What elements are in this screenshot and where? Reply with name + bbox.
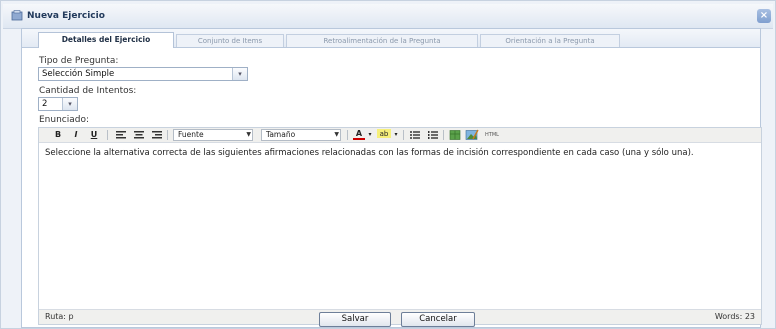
editor-toolbar: B I U Fuente ▼ Tamaño ▼ A ▾ ab ▾ HTML — [39, 128, 761, 143]
editor-statusbar: Ruta: p Words: 23 — [39, 309, 761, 324]
chevron-down-icon: ▼ — [334, 131, 339, 138]
font-family-value: Fuente — [178, 130, 204, 139]
statement-label: Enunciado: — [39, 115, 90, 125]
element-path: Ruta: p — [45, 312, 74, 321]
toolbar-divider — [347, 130, 348, 140]
exercise-dialog: Nueva Ejercicio × Detalles del Ejercicio… — [0, 0, 776, 329]
bullet-list-icon[interactable] — [409, 129, 421, 141]
toolbar-divider — [443, 130, 444, 140]
question-type-label: Tipo de Pregunta: — [39, 56, 119, 66]
close-icon[interactable]: × — [757, 9, 771, 23]
rich-text-editor: B I U Fuente ▼ Tamaño ▼ A ▾ ab ▾ HTML Se… — [38, 127, 762, 325]
toolbar-divider — [107, 130, 108, 140]
tab-strip: Detalles del Ejercicio Conjunto de Items… — [22, 29, 760, 48]
html-source-button[interactable]: HTML — [483, 129, 501, 141]
image-icon[interactable] — [465, 129, 479, 141]
form-panel: Detalles del Ejercicio Conjunto de Items… — [21, 28, 762, 328]
attempts-label: Cantidad de Intentos: — [39, 86, 137, 96]
bold-button[interactable]: B — [53, 129, 63, 141]
tab-orientation[interactable]: Orientación a la Pregunta — [480, 34, 620, 47]
chevron-down-icon[interactable]: ▾ — [367, 129, 373, 141]
cancel-button[interactable]: Cancelar — [401, 312, 475, 327]
toolbar-divider — [167, 130, 168, 140]
align-center-icon[interactable] — [133, 129, 145, 141]
underline-button[interactable]: U — [89, 129, 99, 141]
question-type-value: Selección Simple — [42, 69, 115, 79]
align-right-icon[interactable] — [151, 129, 163, 141]
question-type-select[interactable]: Selección Simple ▾ — [38, 67, 248, 81]
numbered-list-icon[interactable] — [427, 129, 439, 141]
chevron-down-icon[interactable]: ▾ — [393, 129, 399, 141]
attempts-select[interactable]: 2 ▾ — [38, 97, 78, 111]
editor-content[interactable]: Seleccione la alternativa correcta de la… — [45, 148, 745, 158]
font-family-select[interactable]: Fuente ▼ — [173, 129, 253, 141]
tab-items[interactable]: Conjunto de Items — [176, 34, 284, 47]
toolbar-divider — [403, 130, 404, 140]
attempts-value: 2 — [42, 99, 48, 109]
table-icon[interactable] — [449, 129, 461, 141]
exercise-icon — [11, 10, 23, 21]
align-left-icon[interactable] — [115, 129, 127, 141]
font-size-select[interactable]: Tamaño ▼ — [261, 129, 341, 141]
italic-button[interactable]: I — [71, 129, 81, 141]
tab-details[interactable]: Detalles del Ejercicio — [38, 32, 174, 48]
highlight-icon[interactable]: ab — [377, 129, 391, 138]
font-color-icon[interactable]: A — [353, 129, 365, 140]
font-size-value: Tamaño — [266, 130, 296, 139]
chevron-down-icon: ▼ — [246, 131, 251, 138]
chevron-down-icon: ▾ — [62, 98, 77, 110]
tab-feedback[interactable]: Retroalimentación de la Pregunta — [286, 34, 478, 47]
chevron-down-icon: ▾ — [232, 68, 247, 80]
save-button[interactable]: Salvar — [319, 312, 391, 327]
word-count: Words: 23 — [714, 312, 755, 321]
window-title: Nueva Ejercicio — [27, 11, 105, 21]
title-bar: Nueva Ejercicio × — [3, 4, 773, 29]
